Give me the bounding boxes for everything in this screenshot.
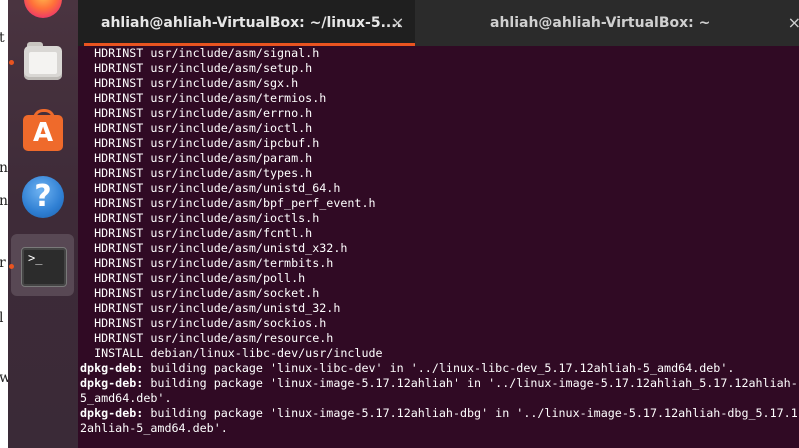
close-tab-icon[interactable]: × (391, 13, 404, 32)
tab-label: ahliah@ahliah-VirtualBox: ~ (490, 15, 711, 31)
terminal-line: HDRINST usr/include/asm/resource.h (80, 331, 334, 345)
cut-off-text: r (0, 255, 6, 271)
terminal-line: HDRINST usr/include/asm/socket.h (80, 286, 320, 300)
terminal-line: HDRINST usr/include/asm/termbits.h (80, 256, 334, 270)
terminal-window: ahliah@ahliah-VirtualBox: ~/linux-5.... … (78, 0, 799, 448)
terminal-line: HDRINST usr/include/asm/unistd_64.h (80, 181, 341, 195)
terminal-line: HDRINST usr/include/asm/ioctl.h (80, 121, 313, 135)
terminal-line: HDRINST usr/include/asm/setup.h (80, 61, 313, 75)
terminal-line: dpkg-deb: building package 'linux-image-… (80, 406, 799, 421)
dpkg-prefix: dpkg-deb: (80, 406, 144, 420)
terminal-line: HDRINST usr/include/asm/termios.h (80, 91, 327, 105)
terminal-line: HDRINST usr/include/asm/fcntl.h (80, 226, 313, 240)
terminal-line: HDRINST usr/include/asm/param.h (80, 151, 313, 165)
terminal-line: HDRINST usr/include/asm/signal.h (80, 46, 320, 60)
ubuntu-software-icon: A (21, 109, 65, 151)
line-text: building package 'linux-image-5.17.12ahl… (143, 406, 798, 420)
cut-off-text: n (0, 193, 8, 209)
dpkg-prefix: dpkg-deb: (80, 376, 144, 390)
cut-off-text: t (0, 30, 5, 46)
terminal-line: HDRINST usr/include/asm/bpf_perf_event.h (80, 196, 376, 210)
terminal-line: HDRINST usr/include/asm/sgx.h (80, 76, 299, 90)
cut-off-text: w (0, 370, 8, 386)
help-icon: ? (22, 176, 64, 218)
line-text: building package 'linux-image-5.17.12ahl… (143, 376, 798, 390)
tab-label: ahliah@ahliah-VirtualBox: ~/linux-5.... (101, 15, 402, 31)
terminal-line: HDRINST usr/include/asm/errno.h (80, 106, 313, 120)
running-indicator (9, 264, 14, 269)
terminal-line: dpkg-deb: building package 'linux-image-… (80, 376, 799, 391)
terminal-output[interactable]: HDRINST usr/include/asm/signal.h HDRINST… (80, 46, 799, 448)
terminal-line: HDRINST usr/include/asm/sockios.h (80, 316, 327, 330)
terminal-line: 2ahliah-5_amd64.deb'. (80, 421, 228, 435)
close-tab-icon[interactable]: × (788, 13, 799, 32)
terminal-line: dpkg-deb: building package 'linux-libc-d… (80, 361, 799, 376)
tab-bar: ahliah@ahliah-VirtualBox: ~/linux-5.... … (78, 0, 799, 46)
dpkg-prefix: dpkg-deb: (80, 361, 144, 375)
line-text: building package 'linux-libc-dev' in '..… (143, 361, 735, 375)
terminal-line: HDRINST usr/include/asm/poll.h (80, 271, 306, 285)
terminal-line: HDRINST usr/include/asm/types.h (80, 166, 313, 180)
cut-off-text: n (0, 160, 8, 176)
dock-item-help[interactable]: ? (8, 0, 78, 218)
terminal-icon: >_ (21, 247, 67, 287)
tab-linux-source[interactable]: ahliah@ahliah-VirtualBox: ~/linux-5.... … (78, 0, 415, 46)
terminal-line: HDRINST usr/include/asm/unistd_32.h (80, 301, 341, 315)
dock: A ? >_ (8, 0, 78, 448)
dock-item-terminal[interactable]: >_ (8, 234, 78, 300)
background-document-edge: t n n r l w (0, 0, 8, 448)
terminal-line: HDRINST usr/include/asm/ioctls.h (80, 211, 320, 225)
cut-off-text: l (0, 310, 4, 326)
terminal-line: HDRINST usr/include/asm/unistd_x32.h (80, 241, 348, 255)
terminal-line: 5_amd64.deb'. (80, 391, 172, 405)
terminal-line: INSTALL debian/linux-libc-dev/usr/includ… (80, 346, 383, 360)
tab-home[interactable]: ahliah@ahliah-VirtualBox: ~ × (415, 0, 799, 46)
terminal-line: HDRINST usr/include/asm/ipcbuf.h (80, 136, 320, 150)
